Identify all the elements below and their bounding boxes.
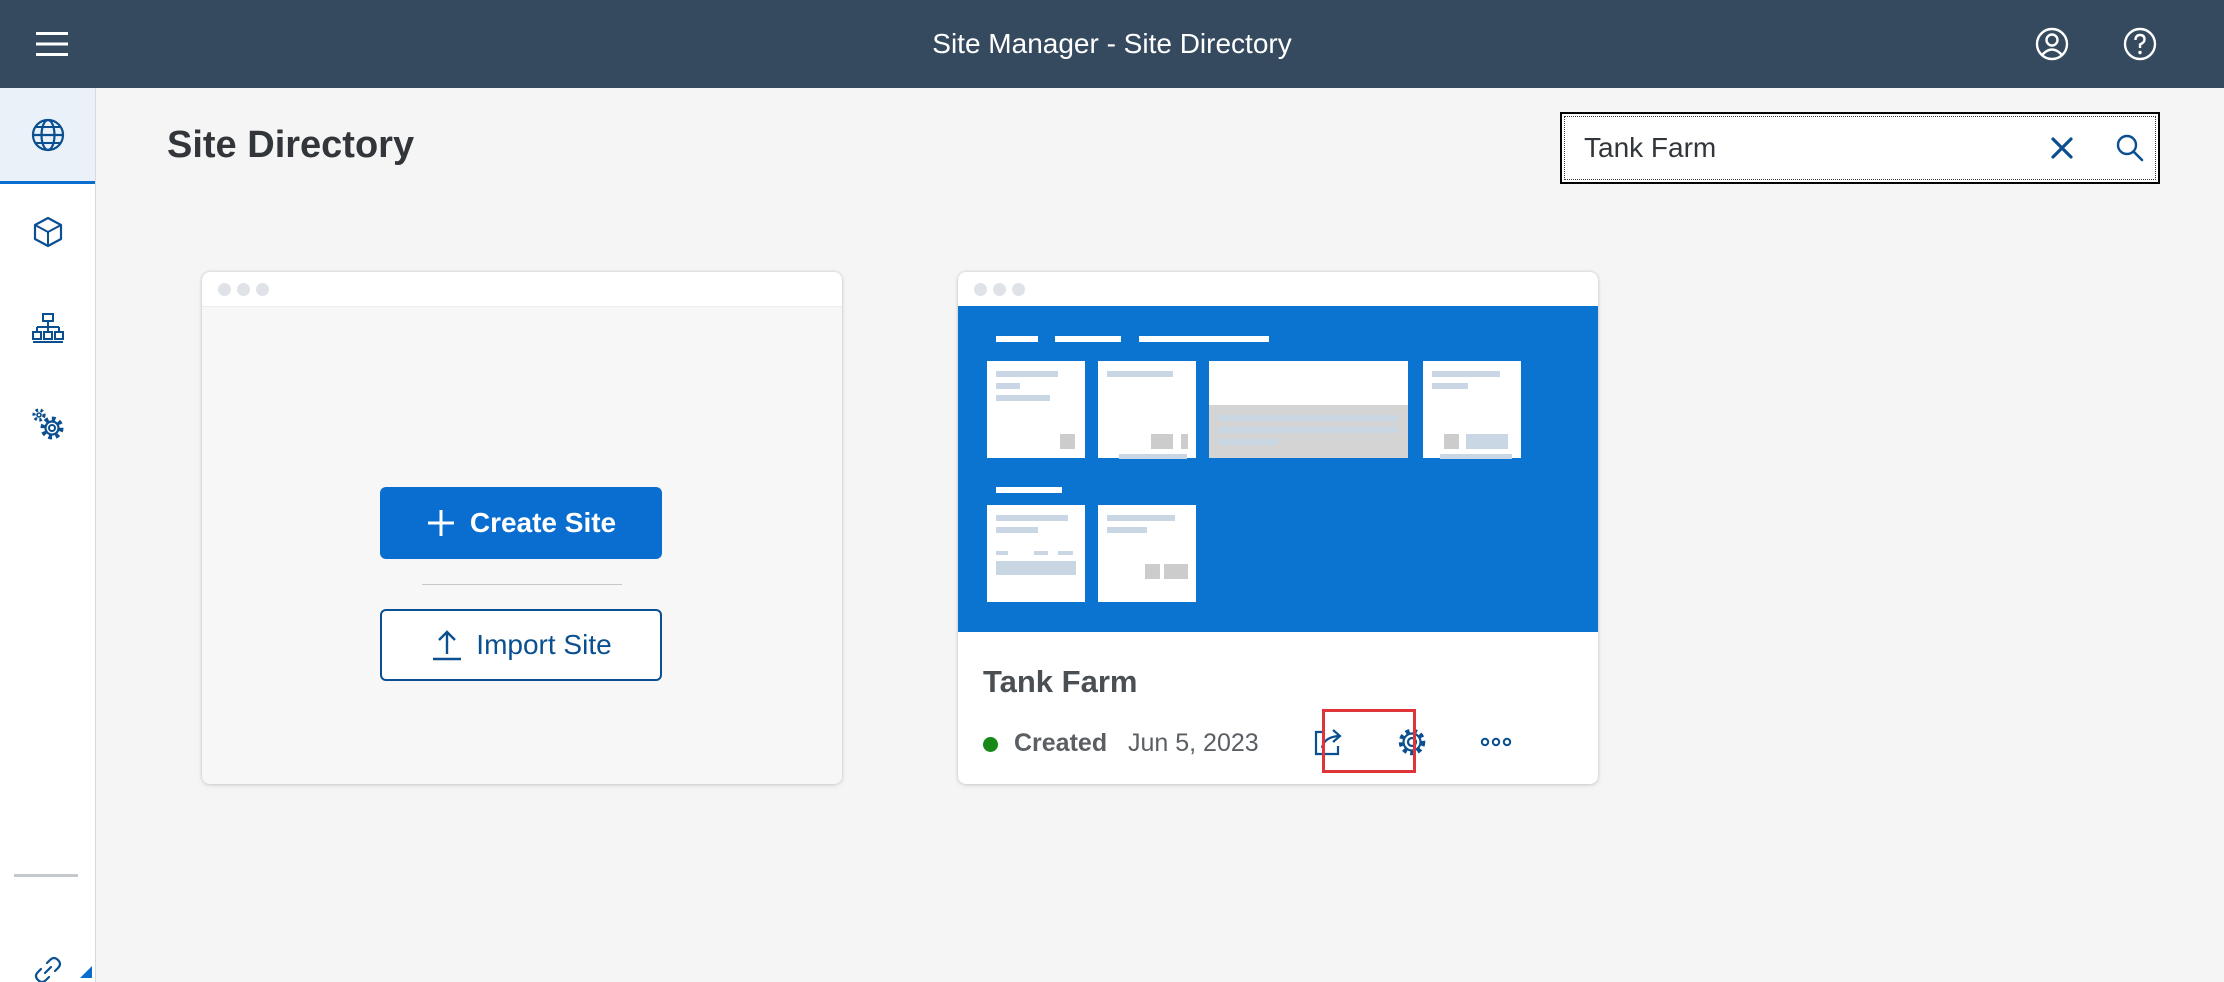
clear-icon (2051, 137, 2073, 159)
plus-icon (427, 510, 454, 536)
nav-item-settings[interactable] (0, 376, 95, 472)
side-navigation (0, 88, 96, 982)
shell-bar: Site Manager - Site Directory (0, 0, 2224, 88)
create-site-button[interactable]: Create Site (380, 487, 662, 559)
user-profile-icon (2035, 27, 2069, 61)
status-label: Created (1014, 729, 1108, 757)
nav-item-site-directory[interactable] (0, 88, 95, 184)
page-title: Site Directory (167, 124, 415, 166)
status-date: Jun 5, 2023 (1128, 729, 1259, 757)
nav-item-channel-manager[interactable] (0, 280, 95, 376)
settings-icon (1398, 728, 1426, 756)
cube-icon (33, 216, 62, 248)
more-actions-button[interactable] (1460, 712, 1532, 772)
hamburger-menu-button[interactable] (28, 22, 76, 66)
globe-icon (31, 118, 64, 151)
new-site-card-body: Create Site Import Site (202, 306, 842, 784)
status-indicator (983, 737, 998, 752)
nav-separator (14, 874, 78, 877)
import-site-button[interactable]: Import Site (380, 609, 662, 681)
site-settings-button[interactable] (1376, 712, 1448, 772)
open-site-button[interactable] (1292, 712, 1364, 772)
hierarchy-icon (31, 313, 64, 343)
gears-icon (31, 408, 63, 440)
upload-icon (433, 630, 462, 661)
help-icon (2123, 27, 2157, 61)
card-window-dots (202, 272, 842, 306)
more-icon (1480, 737, 1512, 747)
help-button[interactable] (2116, 22, 2164, 66)
search-input[interactable] (1584, 130, 2024, 166)
search-icon (2116, 134, 2144, 162)
import-site-label: Import Site (476, 629, 612, 660)
site-preview-thumbnail[interactable] (958, 306, 1598, 632)
hamburger-menu-icon (36, 32, 68, 56)
user-profile-button[interactable] (2028, 22, 2076, 66)
nav-item-content-manager[interactable] (0, 184, 95, 280)
shell-title: Site Manager - Site Directory (932, 28, 1292, 59)
open-external-icon (1314, 729, 1342, 756)
link-icon (34, 956, 61, 982)
create-site-label: Create Site (469, 507, 617, 538)
clear-search-button[interactable] (2038, 126, 2086, 170)
card-window-dots (958, 272, 1598, 306)
search-field (1560, 112, 2160, 184)
search-button[interactable] (2106, 126, 2154, 170)
new-site-card: Create Site Import Site (202, 272, 842, 784)
button-divider (422, 584, 622, 585)
collapse-corner-indicator (80, 966, 92, 978)
site-card-tank-farm[interactable]: Tank Farm Created Jun 5, 2023 (958, 272, 1598, 784)
site-name[interactable]: Tank Farm (983, 664, 1137, 700)
